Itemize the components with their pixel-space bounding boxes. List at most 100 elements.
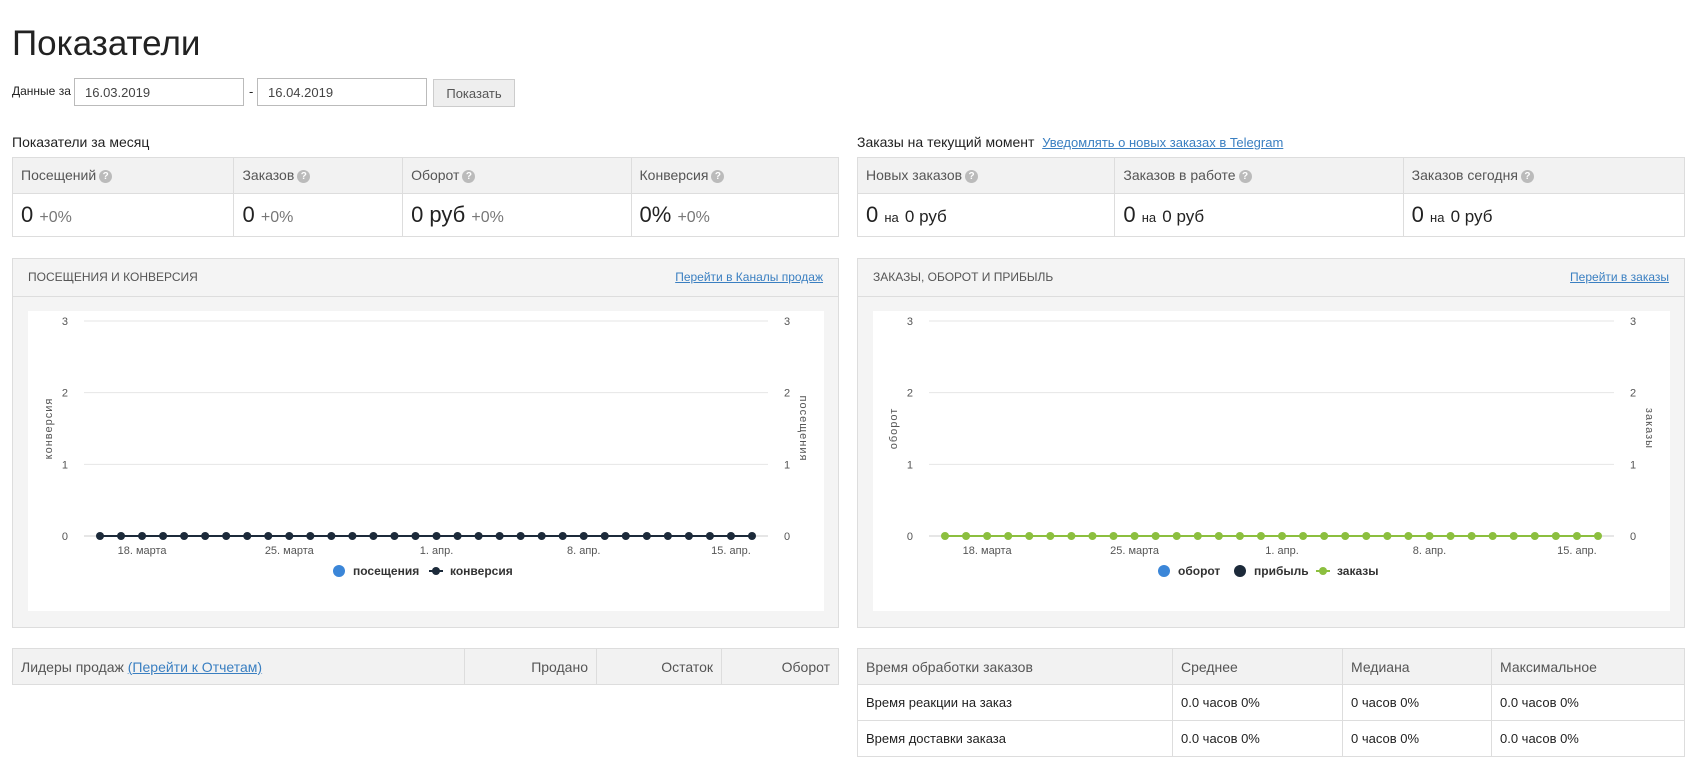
y-tick-label-left: 3: [62, 316, 68, 328]
date-range-label: Данные за: [12, 84, 71, 98]
date-from-input[interactable]: [74, 78, 244, 106]
monthly-stats: Посещений? 0 +0% Заказов? 0 +0% Оборот? …: [12, 157, 839, 237]
data-point: [1572, 532, 1581, 540]
column-header: Максимальное: [1491, 648, 1685, 685]
data-point: [684, 532, 693, 540]
data-point: [663, 532, 672, 540]
table-cell: Время доставки заказа: [857, 720, 1173, 757]
stat-sum: 0 руб: [1162, 207, 1205, 226]
data-point: [306, 532, 315, 540]
data-point: [1193, 532, 1202, 540]
data-point: [1551, 532, 1560, 540]
question-circle-icon[interactable]: ?: [1238, 170, 1252, 183]
y-tick-label-left: 1: [907, 459, 913, 471]
question-circle-icon[interactable]: ?: [711, 170, 725, 183]
y-axis-label-left: конверсия: [43, 398, 55, 460]
stat-turnover: Оборот? 0 руб +0%: [403, 158, 632, 236]
stat-orders-today: Заказов сегодня? 0 на 0 руб: [1403, 158, 1684, 236]
data-point: [1278, 532, 1287, 540]
data-point: [1488, 532, 1497, 540]
data-point: [1172, 532, 1181, 540]
data-point: [705, 532, 714, 540]
data-point: [579, 532, 588, 540]
stat-value: 0 руб: [411, 202, 466, 227]
column-header[interactable]: Продано: [464, 648, 597, 685]
table-cell: 0 часов 0%: [1342, 684, 1492, 721]
data-point: [1509, 532, 1518, 540]
stat-label: Заказов в работе: [1123, 167, 1236, 183]
stat-label: Конверсия: [639, 167, 709, 183]
data-point: [1025, 532, 1034, 540]
x-tick-label: 15. апр.: [711, 545, 751, 557]
data-point: [558, 532, 567, 540]
legend-marker: [1319, 567, 1327, 575]
data-point: [348, 532, 357, 540]
y-tick-label-right: 2: [784, 388, 790, 400]
y-tick-label-left: 0: [62, 531, 68, 543]
stat-na: на: [884, 210, 899, 225]
x-tick-label: 18. марта: [963, 545, 1013, 557]
data-point: [1214, 532, 1223, 540]
date-separator: -: [249, 84, 254, 99]
panel-title: ЗАКАЗЫ, ОБОРОТ И ПРИБЫЛЬ: [873, 270, 1054, 284]
y-tick-label-right: 3: [784, 316, 790, 328]
question-circle-icon[interactable]: ?: [462, 170, 476, 183]
data-point: [1594, 532, 1602, 540]
table-cell: 0.0 часов 0%: [1491, 720, 1685, 757]
data-point: [1151, 532, 1160, 540]
x-tick-label: 25. марта: [1110, 545, 1160, 557]
data-point: [621, 532, 630, 540]
data-point: [495, 532, 504, 540]
processing-table: Время обработки заказов Среднее Медиана …: [857, 648, 1685, 757]
x-tick-label: 25. марта: [265, 545, 315, 557]
data-point: [983, 532, 992, 540]
stat-visits: Посещений? 0 +0%: [13, 158, 235, 236]
question-circle-icon[interactable]: ?: [1520, 170, 1534, 183]
y-tick-label-right: 2: [1630, 388, 1636, 400]
stat-label: Посещений: [21, 167, 97, 183]
sales-channels-link[interactable]: Перейти в Каналы продаж: [675, 270, 823, 284]
y-axis-label-right: посещения: [797, 396, 809, 462]
stat-orders: Заказов? 0 +0%: [234, 158, 404, 236]
data-point: [726, 532, 735, 540]
current-stats: Новых заказов? 0 на 0 руб Заказов в рабо…: [857, 157, 1685, 237]
y-axis-label-right: заказы: [1643, 408, 1655, 449]
data-point: [1404, 532, 1413, 540]
current-title: Заказы на текущий момент Уведомлять о но…: [857, 134, 1283, 150]
telegram-link[interactable]: Уведомлять о новых заказах в Telegram: [1042, 135, 1283, 150]
orders-chart-svg: 0 0 1 1 2 2 3 3 оборот заказы 18. марта 25. марта 1.…: [888, 316, 1655, 578]
legend-label: конверсия: [450, 564, 513, 578]
question-circle-icon[interactable]: ?: [99, 170, 113, 183]
x-tick-label: 1. апр.: [420, 545, 453, 557]
page-title: Показатели: [12, 24, 201, 63]
date-to-input[interactable]: [257, 78, 427, 106]
column-header[interactable]: Оборот: [721, 648, 839, 685]
leaders-table: Лидеры продаж (Перейти к Отчетам) Продан…: [12, 648, 839, 685]
x-tick-label: 15. апр.: [1557, 545, 1597, 557]
show-button[interactable]: Показать: [433, 79, 515, 107]
table-cell: Время реакции на заказ: [857, 684, 1173, 721]
leaders-title: Лидеры продаж: [21, 658, 124, 675]
data-point: [117, 532, 126, 540]
table-row: Время реакции на заказ 0.0 часов 0% 0 ча…: [857, 684, 1685, 721]
stat-value: 0: [242, 202, 255, 227]
question-circle-icon[interactable]: ?: [965, 170, 979, 183]
data-point: [138, 532, 147, 540]
question-circle-icon[interactable]: ?: [297, 170, 311, 183]
data-point: [748, 532, 756, 540]
data-point: [1004, 532, 1013, 540]
data-point: [1235, 532, 1244, 540]
data-point: [327, 532, 336, 540]
column-header: Среднее: [1172, 648, 1343, 685]
table-cell: 0.0 часов 0%: [1172, 720, 1343, 757]
column-header[interactable]: Остаток: [596, 648, 722, 685]
column-header: Медиана: [1342, 648, 1492, 685]
stat-na: на: [1430, 210, 1445, 225]
reports-link[interactable]: (Перейти к Отчетам): [128, 659, 262, 675]
table-cell: 0.0 часов 0%: [1491, 684, 1685, 721]
orders-panel: ЗАКАЗЫ, ОБОРОТ И ПРИБЫЛЬ Перейти в заказ…: [857, 258, 1685, 628]
data-point: [201, 532, 210, 540]
legend-label: посещения: [353, 564, 419, 578]
orders-link[interactable]: Перейти в заказы: [1570, 270, 1669, 284]
data-point: [516, 532, 525, 540]
